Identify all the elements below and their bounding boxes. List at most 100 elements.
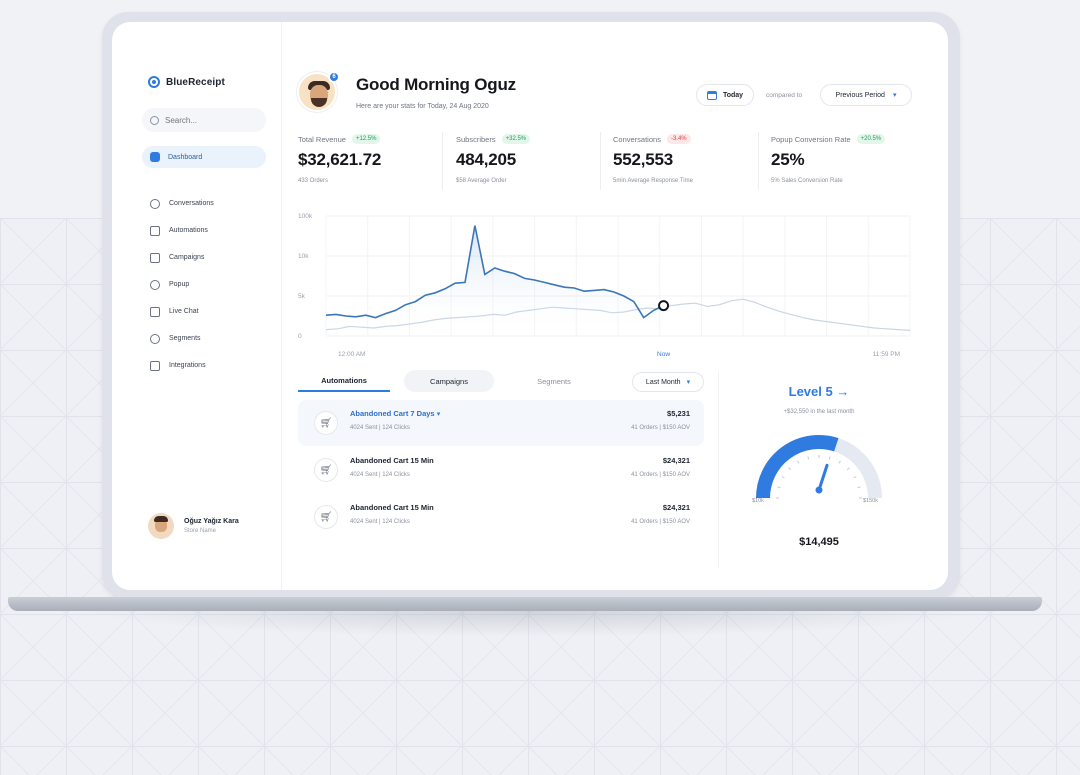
cart-icon: 🛒︎ xyxy=(314,505,338,529)
chat-icon xyxy=(150,198,160,209)
stat-sub: $58 Average Order xyxy=(456,178,507,184)
stat-label: Popup Conversion Rate xyxy=(771,134,851,144)
gauge-max-label: $150k xyxy=(863,498,878,504)
stat-subscribers[interactable]: Subscribers +32.5% 484,205 $58 Average Or… xyxy=(456,134,531,184)
sidebar-item-live-chat[interactable]: Live Chat xyxy=(150,298,214,325)
profile-store: Store Name xyxy=(184,528,217,534)
calendar-icon xyxy=(706,90,717,100)
sidebar-item-dashboard[interactable]: Dashboard xyxy=(142,146,266,168)
stat-sub: 433 Orders xyxy=(298,178,329,184)
divider xyxy=(600,132,601,190)
profile-name: Oğuz Yağız Kara xyxy=(184,518,239,525)
automation-amount: $24,321 xyxy=(662,456,690,465)
x-axis: 12:00 AM Now 11:59 PM xyxy=(338,351,900,358)
tab-segments[interactable]: Segments xyxy=(508,370,600,392)
current-point-marker xyxy=(658,300,670,312)
compared-to-label: compared to xyxy=(766,92,803,99)
sidebar-item-label: Conversations xyxy=(169,200,214,207)
automation-meta: 4024 Sent | 124 Clicks xyxy=(350,472,410,478)
cart-icon: 🛒︎ xyxy=(314,411,338,435)
arrow-right-icon: → xyxy=(836,384,850,399)
tab-automations[interactable]: Automations xyxy=(298,370,390,392)
sidebar-item-automations[interactable]: Automations xyxy=(150,217,214,244)
list-item[interactable]: 🛒︎ Abandoned Cart 15 Min 4024 Sent | 124… xyxy=(298,494,704,540)
sidebar-item-popup[interactable]: Popup xyxy=(150,271,214,298)
stat-label: Subscribers xyxy=(456,134,496,144)
dashboard-screen: BlueReceipt Dashboard Conversations Auto… xyxy=(112,22,948,590)
period-select-value: Previous Period xyxy=(835,91,885,99)
gauge-tick xyxy=(838,460,841,464)
chevron-down-icon: ▾ xyxy=(436,411,441,418)
stat-value: 25% xyxy=(771,150,805,169)
sidebar-item-segments[interactable]: Segments xyxy=(150,325,214,352)
brand-logo[interactable]: BlueReceipt xyxy=(148,76,225,88)
change-badge: +12.5% xyxy=(351,134,381,144)
user-profile[interactable]: Oğuz Yağız Kara Store Name xyxy=(148,513,239,539)
range-select[interactable]: Last Month ▾ xyxy=(632,372,704,392)
stat-popup-conversion[interactable]: Popup Conversion Rate +20.5% 25% 5% Sales… xyxy=(771,134,886,184)
period-select[interactable]: Previous Period ▾ xyxy=(820,84,912,106)
stat-value: $32,621.72 xyxy=(298,150,382,169)
segments-icon xyxy=(150,333,160,344)
change-badge: +20.5% xyxy=(856,134,886,144)
gauge-min-label: $10k xyxy=(752,498,764,504)
logo-icon xyxy=(148,76,160,88)
automation-amount: $24,321 xyxy=(662,503,690,512)
range-select-value: Last Month xyxy=(645,378,681,386)
gauge-tick xyxy=(777,486,781,489)
avatar xyxy=(148,513,174,539)
search-box[interactable] xyxy=(142,108,266,132)
stat-conversations[interactable]: Conversations -3.4% 552,553 5min Average … xyxy=(613,134,693,184)
integrations-icon xyxy=(150,360,160,371)
automation-amount: $5,231 xyxy=(667,409,690,418)
gauge-tick xyxy=(846,467,850,471)
cart-icon: 🛒︎ xyxy=(314,458,338,482)
automation-meta: 4024 Sent | 124 Clicks xyxy=(350,519,410,525)
y-tick-label: 10k xyxy=(298,253,309,260)
gauge-tick xyxy=(797,460,800,464)
automation-icon xyxy=(150,225,160,236)
revenue-chart[interactable]: 100k 10k 5k 0 12:00 AM Now 11:59 PM xyxy=(298,208,918,358)
sidebar-item-integrations[interactable]: Integrations xyxy=(150,352,214,379)
search-icon xyxy=(150,115,159,125)
tab-campaigns[interactable]: Campaigns xyxy=(404,370,494,392)
list-item[interactable]: 🛒︎ Abandoned Cart 7 Days ▾ 4024 Sent | 1… xyxy=(298,400,704,446)
live-chat-icon xyxy=(150,306,160,317)
stat-sub: 5% Sales Conversion Rate xyxy=(771,178,843,184)
sidebar-item-label: Popup xyxy=(169,281,190,288)
sidebar-item-label: Automations xyxy=(169,227,208,234)
sidebar-item-label: Campaigns xyxy=(169,254,205,261)
sidebar-nav: Conversations Automations Campaigns Popu… xyxy=(150,190,214,379)
notification-badge[interactable]: 6 xyxy=(328,71,340,83)
series-current-area xyxy=(326,225,664,336)
automation-amount-sub: 41 Orders | $150 AOV xyxy=(631,519,690,525)
gauge-needle xyxy=(817,463,829,492)
automation-amount-sub: 41 Orders | $150 AOV xyxy=(631,425,690,431)
gauge-value: $14,495 xyxy=(799,536,839,548)
sidebar-item-conversations[interactable]: Conversations xyxy=(150,190,214,217)
level-title[interactable]: Level 5 → xyxy=(719,384,919,399)
laptop-shadow xyxy=(80,611,980,637)
stat-sub: 5min Average Response Time xyxy=(613,178,693,184)
level-gauge xyxy=(756,435,882,499)
sidebar: BlueReceipt Dashboard Conversations Auto… xyxy=(112,22,282,590)
date-button[interactable]: Today xyxy=(696,84,754,106)
x-tick-label: Now xyxy=(657,351,670,358)
chevron-down-icon: ▾ xyxy=(686,379,691,386)
divider xyxy=(442,132,443,190)
campaign-icon xyxy=(150,252,160,263)
divider xyxy=(758,132,759,190)
list-item[interactable]: 🛒︎ Abandoned Cart 15 Min 4024 Sent | 124… xyxy=(298,447,704,493)
stat-total-revenue[interactable]: Total Revenue +12.5% $32,621.72 433 Order… xyxy=(298,134,381,184)
automation-amount-sub: 41 Orders | $150 AOV xyxy=(631,472,690,478)
y-axis: 100k 10k 5k 0 xyxy=(298,213,313,340)
y-tick-label: 0 xyxy=(298,333,302,340)
change-badge: -3.4% xyxy=(666,134,691,144)
automation-title: Abandoned Cart 15 Min xyxy=(350,456,434,465)
y-tick-label: 100k xyxy=(298,213,313,220)
search-input[interactable] xyxy=(165,115,255,125)
y-tick-label: 5k xyxy=(298,293,306,300)
page-title: Good Morning Oguz xyxy=(356,75,516,94)
stat-label: Conversations xyxy=(613,134,661,144)
sidebar-item-campaigns[interactable]: Campaigns xyxy=(150,244,214,271)
